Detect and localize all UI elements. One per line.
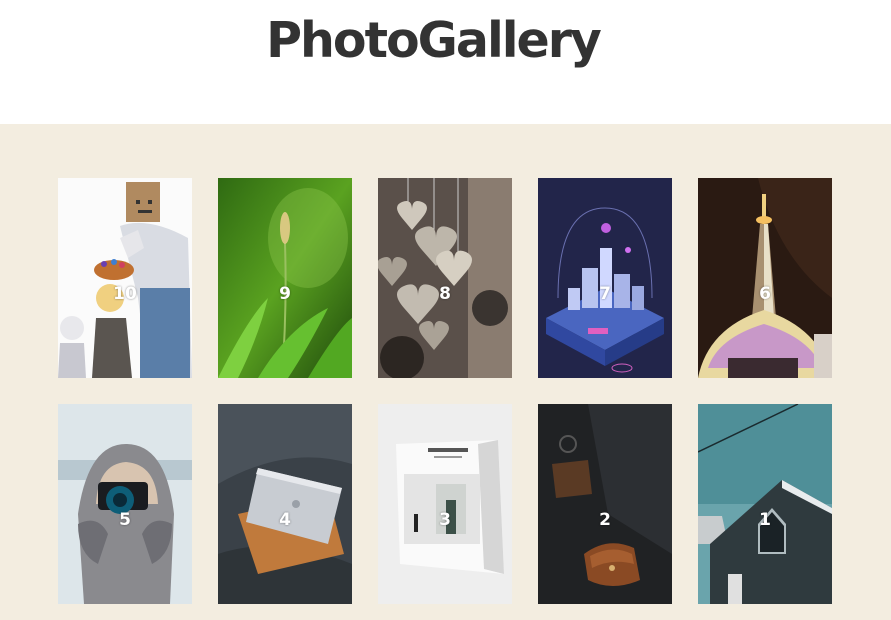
photo-tile[interactable]: 3: [378, 404, 512, 604]
leather-wallet-image: [538, 404, 672, 604]
photo-tile[interactable]: 1: [698, 404, 832, 604]
photo-number: 3: [439, 510, 451, 530]
isometric-city-image: [538, 178, 672, 378]
photo-number: 5: [119, 510, 131, 530]
photo-number: 9: [279, 284, 291, 304]
dark-house-image: [698, 404, 832, 604]
photo-number: 4: [279, 510, 291, 530]
laptop-on-sofa-image: [218, 404, 352, 604]
photo-number: 10: [113, 284, 137, 304]
photo-number: 6: [759, 284, 771, 304]
site-title: PhotoGallery: [266, 12, 602, 69]
photo-number: 7: [599, 284, 611, 304]
photo-tile[interactable]: 6: [698, 178, 832, 378]
photo-tile[interactable]: 8: [378, 178, 512, 378]
photo-tile[interactable]: 5: [58, 404, 192, 604]
photo-tile[interactable]: 4: [218, 404, 352, 604]
tower-at-night-image: [698, 178, 832, 378]
photo-number: 1: [759, 510, 771, 530]
anime-illustration-image: [58, 178, 192, 378]
photo-tile[interactable]: 9: [218, 178, 352, 378]
photographer-in-snow-image: [58, 404, 192, 604]
photo-number: 8: [439, 284, 451, 304]
photo-number: 2: [599, 510, 611, 530]
photo-tile[interactable]: 10: [58, 178, 192, 378]
grass-flower-image: [218, 178, 352, 378]
photo-tile[interactable]: 2: [538, 404, 672, 604]
hanging-hearts-image: [378, 178, 512, 378]
header: PhotoGallery: [0, 0, 891, 124]
open-magazine-image: [378, 404, 512, 604]
photo-tile[interactable]: 7: [538, 178, 672, 378]
photo-grid: 10 9 8 7 6 5 4 3 2 1: [0, 124, 891, 620]
